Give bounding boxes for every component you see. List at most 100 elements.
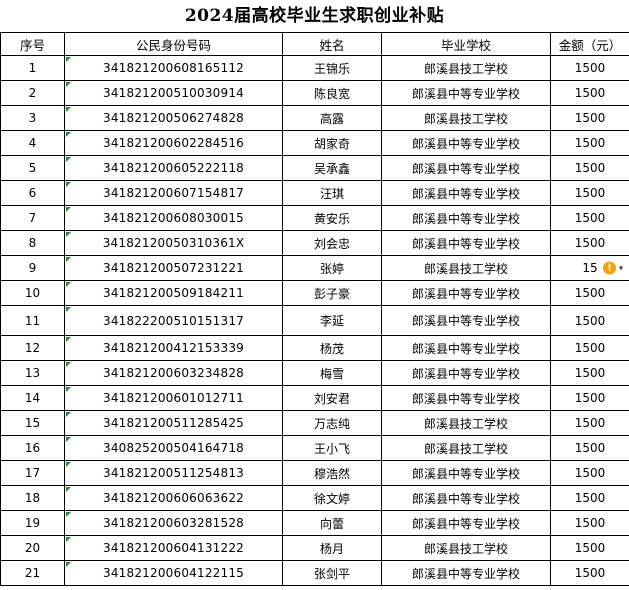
cell-amount[interactable]: 1500: [550, 280, 629, 306]
cell-seq[interactable]: 10: [0, 280, 65, 306]
cell-seq[interactable]: 7: [0, 205, 65, 231]
header-id[interactable]: 公民身份号码: [64, 32, 283, 56]
cell-id[interactable]: 341821200604122115: [64, 560, 283, 586]
cell-school[interactable]: 郎溪县技工学校: [381, 105, 551, 131]
cell-name[interactable]: 彭子豪: [282, 280, 382, 306]
cell-id[interactable]: 341821200605222118: [64, 155, 283, 181]
cell-seq[interactable]: 21: [0, 560, 65, 586]
cell-school[interactable]: 郎溪县中等专业学校: [381, 560, 551, 586]
cell-amount[interactable]: 1500: [550, 230, 629, 256]
cell-amount[interactable]: 1500: [550, 535, 629, 561]
cell-school[interactable]: 郎溪县中等专业学校: [381, 360, 551, 386]
cell-amount[interactable]: 1500: [550, 55, 629, 81]
cell-id[interactable]: 340825200504164718: [64, 435, 283, 461]
cell-seq[interactable]: 12: [0, 335, 65, 361]
cell-name[interactable]: 张婷: [282, 255, 382, 281]
cell-seq[interactable]: 18: [0, 485, 65, 511]
cell-name[interactable]: 王小飞: [282, 435, 382, 461]
cell-id[interactable]: 341821200509184211: [64, 280, 283, 306]
cell-id[interactable]: 34182120050310361X: [64, 230, 283, 256]
cell-school[interactable]: 郎溪县中等专业学校: [381, 510, 551, 536]
cell-amount[interactable]: 1500: [550, 335, 629, 361]
cell-name[interactable]: 黄安乐: [282, 205, 382, 231]
cell-school[interactable]: 郎溪县技工学校: [381, 255, 551, 281]
cell-seq[interactable]: 1: [0, 55, 65, 81]
cell-amount[interactable]: 15! ▾: [550, 255, 629, 281]
cell-amount[interactable]: 1500: [550, 460, 629, 486]
cell-id[interactable]: 341821200506274828: [64, 105, 283, 131]
cell-id[interactable]: 341821200507231221: [64, 255, 283, 281]
cell-id[interactable]: 341821200608030015: [64, 205, 283, 231]
cell-school[interactable]: 郎溪县中等专业学校: [381, 335, 551, 361]
cell-seq[interactable]: 6: [0, 180, 65, 206]
header-school[interactable]: 毕业学校: [381, 32, 551, 56]
cell-amount[interactable]: 1500: [550, 105, 629, 131]
cell-id[interactable]: 341821200601012711: [64, 385, 283, 411]
cell-amount[interactable]: 1500: [550, 560, 629, 586]
cell-seq[interactable]: 15: [0, 410, 65, 436]
cell-name[interactable]: 杨茂: [282, 335, 382, 361]
cell-id[interactable]: 341821200603234828: [64, 360, 283, 386]
cell-amount[interactable]: 1500: [550, 180, 629, 206]
cell-name[interactable]: 李延: [282, 305, 382, 336]
header-amount[interactable]: 金额（元）: [550, 32, 629, 56]
cell-amount[interactable]: 1500: [550, 385, 629, 411]
cell-id[interactable]: 341821200511254813: [64, 460, 283, 486]
cell-name[interactable]: 胡家奇: [282, 130, 382, 156]
cell-amount[interactable]: 1500: [550, 130, 629, 156]
cell-name[interactable]: 徐文婷: [282, 485, 382, 511]
cell-school[interactable]: 郎溪县中等专业学校: [381, 230, 551, 256]
cell-id[interactable]: 341821200603281528: [64, 510, 283, 536]
cell-amount[interactable]: 1500: [550, 410, 629, 436]
cell-name[interactable]: 万志纯: [282, 410, 382, 436]
cell-seq[interactable]: 17: [0, 460, 65, 486]
cell-seq[interactable]: 5: [0, 155, 65, 181]
cell-school[interactable]: 郎溪县中等专业学校: [381, 385, 551, 411]
cell-id[interactable]: 341821200510030914: [64, 80, 283, 106]
header-name[interactable]: 姓名: [282, 32, 382, 56]
cell-name[interactable]: 梅雪: [282, 360, 382, 386]
cell-amount[interactable]: 1500: [550, 80, 629, 106]
cell-id[interactable]: 341821200606063622: [64, 485, 283, 511]
cell-amount[interactable]: 1500: [550, 435, 629, 461]
cell-id[interactable]: 341821200511285425: [64, 410, 283, 436]
cell-school[interactable]: 郎溪县技工学校: [381, 55, 551, 81]
cell-amount[interactable]: 1500: [550, 305, 629, 336]
cell-seq[interactable]: 19: [0, 510, 65, 536]
cell-school[interactable]: 郎溪县中等专业学校: [381, 305, 551, 336]
cell-school[interactable]: 郎溪县中等专业学校: [381, 180, 551, 206]
cell-amount[interactable]: 1500: [550, 510, 629, 536]
cell-school[interactable]: 郎溪县中等专业学校: [381, 280, 551, 306]
cell-id[interactable]: 341821200608165112: [64, 55, 283, 81]
cell-id[interactable]: 341821200607154817: [64, 180, 283, 206]
cell-id[interactable]: 341821200602284516: [64, 130, 283, 156]
cell-school[interactable]: 郎溪县技工学校: [381, 435, 551, 461]
cell-name[interactable]: 陈良宽: [282, 80, 382, 106]
cell-seq[interactable]: 4: [0, 130, 65, 156]
cell-name[interactable]: 王锦乐: [282, 55, 382, 81]
cell-seq[interactable]: 8: [0, 230, 65, 256]
cell-name[interactable]: 张剑平: [282, 560, 382, 586]
cell-name[interactable]: 杨月: [282, 535, 382, 561]
cell-name[interactable]: 吴承鑫: [282, 155, 382, 181]
cell-seq[interactable]: 3: [0, 105, 65, 131]
cell-amount[interactable]: 1500: [550, 485, 629, 511]
cell-name[interactable]: 刘会忠: [282, 230, 382, 256]
cell-seq[interactable]: 2: [0, 80, 65, 106]
cell-name[interactable]: 高露: [282, 105, 382, 131]
cell-amount[interactable]: 1500: [550, 360, 629, 386]
cell-seq[interactable]: 16: [0, 435, 65, 461]
cell-school[interactable]: 郎溪县中等专业学校: [381, 80, 551, 106]
cell-seq[interactable]: 14: [0, 385, 65, 411]
cell-id[interactable]: 341821200412153339: [64, 335, 283, 361]
cell-school[interactable]: 郎溪县中等专业学校: [381, 155, 551, 181]
error-check-button[interactable]: ! ▾: [600, 261, 623, 275]
header-seq[interactable]: 序号: [0, 32, 65, 56]
cell-school[interactable]: 郎溪县技工学校: [381, 410, 551, 436]
cell-amount[interactable]: 1500: [550, 205, 629, 231]
cell-school[interactable]: 郎溪县中等专业学校: [381, 460, 551, 486]
cell-school[interactable]: 郎溪县中等专业学校: [381, 205, 551, 231]
cell-id[interactable]: 341821200604131222: [64, 535, 283, 561]
cell-amount[interactable]: 1500: [550, 155, 629, 181]
cell-name[interactable]: 向蕾: [282, 510, 382, 536]
